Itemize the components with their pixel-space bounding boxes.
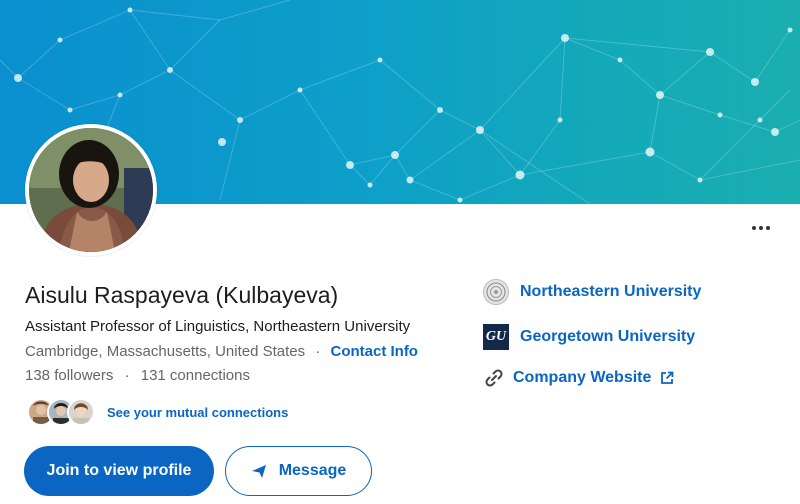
profile-avatar [25,124,157,256]
link-icon [483,367,505,389]
profile-headline: Assistant Professor of Linguistics, Nort… [25,318,411,335]
affiliation-label: Northeastern University [520,283,702,300]
connections-count: 131 connections [140,367,250,384]
profile-card: Aisulu Raspayeva (Kulbayeva) Assistant P… [0,0,800,504]
affiliation-northeastern[interactable]: Northeastern University [483,279,701,305]
more-dot [759,226,763,230]
join-to-view-profile-button[interactable]: Join to view profile [24,446,214,496]
profile-name: Aisulu Raspayeva (Kulbayeva) [25,282,339,308]
followers-count: 138 followers [25,367,114,384]
northeastern-seal-icon [483,279,509,305]
profile-photo [29,128,153,252]
more-dot [752,226,756,230]
mutual-connections[interactable]: See your mutual connections [27,396,288,428]
separator-dot: · [124,367,130,384]
company-website-label: Company Website [513,369,652,386]
separator-dot: · [315,343,321,360]
stats-row: 138 followers · 131 connections [25,367,250,384]
message-button-label: Message [278,462,347,479]
contact-info-link[interactable]: Contact Info [330,343,418,360]
georgetown-logo-icon: GU [483,324,509,350]
message-button[interactable]: Message [225,446,372,496]
external-link-icon [660,371,674,385]
affiliation-label: Georgetown University [520,328,696,345]
location-row: Cambridge, Massachusetts, United States … [25,343,418,360]
send-icon [251,465,266,478]
profile-location: Cambridge, Massachusetts, United States [25,343,306,360]
mutual-avatar [67,398,95,426]
more-options-button[interactable] [744,218,778,238]
see-mutual-connections-link[interactable]: See your mutual connections [107,405,288,420]
more-dot [766,226,770,230]
company-website-link[interactable]: Company Website [483,367,674,389]
affiliation-georgetown[interactable]: GU Georgetown University [483,324,695,350]
